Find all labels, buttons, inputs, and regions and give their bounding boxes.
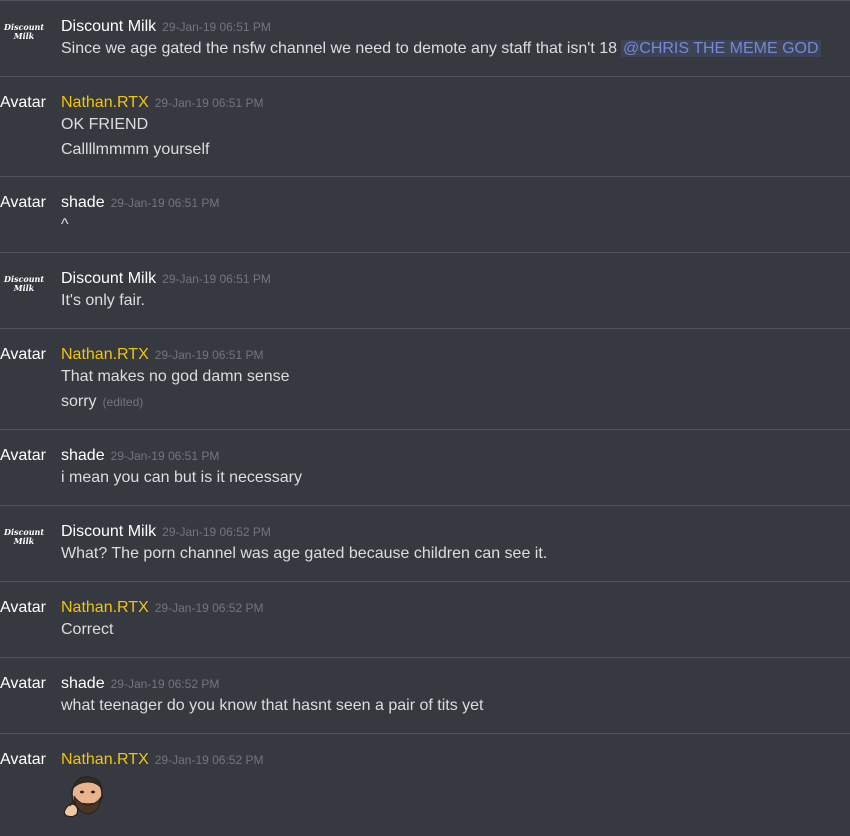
timestamp: 29-Jan-19 06:52 PM bbox=[154, 601, 264, 615]
message-text: Callllmmmm yourself bbox=[61, 141, 210, 158]
edited-marker: (edited) bbox=[102, 395, 144, 409]
message-text: ^ bbox=[61, 216, 69, 233]
message-group: Discount Milk Discount Milk 29-Jan-19 06:… bbox=[0, 505, 850, 581]
timestamp: 29-Jan-19 06:51 PM bbox=[154, 348, 264, 362]
message-group: Discount Milk Discount Milk 29-Jan-19 06:… bbox=[0, 252, 850, 328]
message-group: Avatar shade 29-Jan-19 06:52 PM what teen… bbox=[0, 657, 850, 733]
bearded-face-emoji[interactable] bbox=[61, 772, 109, 820]
author-name[interactable]: Nathan.RTX bbox=[61, 751, 149, 768]
avatar[interactable]: Discount Milk bbox=[4, 23, 44, 41]
timestamp: 29-Jan-19 06:52 PM bbox=[154, 753, 264, 767]
message-group: Avatar Nathan.RTX 29-Jan-19 06:52 PM Corr… bbox=[0, 581, 850, 657]
message-text-content: Since we age gated the nsfw channel we n… bbox=[61, 40, 618, 57]
avatar[interactable]: Avatar bbox=[0, 193, 56, 213]
message-group: Avatar shade 29-Jan-19 06:51 PM i mean yo… bbox=[0, 429, 850, 505]
chat-log: Discount Milk Discount Milk 29-Jan-19 06:… bbox=[0, 0, 850, 836]
message-group: Discount Milk Discount Milk 29-Jan-19 06:… bbox=[0, 0, 850, 76]
message-header: shade 29-Jan-19 06:51 PM bbox=[61, 446, 219, 466]
message-group: Avatar Nathan.RTX 29-Jan-19 06:51 PM That… bbox=[0, 328, 850, 429]
timestamp: 29-Jan-19 06:51 PM bbox=[162, 272, 271, 286]
message-group: Avatar Nathan.RTX 29-Jan-19 06:51 PM OK F… bbox=[0, 76, 850, 176]
message-header: Nathan.RTX 29-Jan-19 06:52 PM bbox=[61, 598, 263, 618]
timestamp: 29-Jan-19 06:51 PM bbox=[110, 196, 220, 210]
author-name[interactable]: Discount Milk bbox=[61, 270, 156, 287]
avatar-logo-line: Milk bbox=[13, 536, 35, 546]
message-text: i mean you can but is it necessary bbox=[61, 469, 303, 486]
message-text: It's only fair. bbox=[61, 292, 145, 309]
message-group: Avatar shade 29-Jan-19 06:51 PM ^ bbox=[0, 176, 850, 252]
avatar[interactable]: Avatar bbox=[0, 598, 56, 618]
avatar[interactable]: Avatar bbox=[0, 750, 56, 770]
avatar-logo-line: Milk bbox=[13, 31, 35, 41]
message-text: Since we age gated the nsfw channel we n… bbox=[61, 39, 821, 59]
bearded-face-emoji-icon bbox=[63, 776, 103, 818]
message-header: Discount Milk 29-Jan-19 06:52 PM bbox=[61, 522, 271, 542]
avatar[interactable]: Avatar bbox=[0, 674, 56, 694]
message-text: Correct bbox=[61, 621, 114, 638]
message-header: Discount Milk 29-Jan-19 06:51 PM bbox=[61, 269, 271, 289]
message-header: Nathan.RTX 29-Jan-19 06:51 PM bbox=[61, 345, 263, 365]
message-header: Nathan.RTX 29-Jan-19 06:52 PM bbox=[61, 750, 263, 770]
author-name[interactable]: shade bbox=[61, 194, 105, 211]
author-name[interactable]: Nathan.RTX bbox=[61, 346, 149, 363]
avatar[interactable]: Discount Milk bbox=[4, 528, 44, 546]
message-text: what teenager do you know that hasnt see… bbox=[61, 697, 484, 714]
avatar[interactable]: Avatar bbox=[0, 446, 56, 466]
message-text: That makes no god damn sense bbox=[61, 368, 290, 385]
message-text: sorry (edited) bbox=[61, 392, 143, 412]
message-text-content: sorry bbox=[61, 393, 97, 410]
avatar[interactable]: Discount Milk bbox=[4, 275, 44, 293]
author-name[interactable]: Nathan.RTX bbox=[61, 599, 149, 616]
timestamp: 29-Jan-19 06:51 PM bbox=[110, 449, 220, 463]
message-header: Discount Milk 29-Jan-19 06:51 PM bbox=[61, 17, 271, 37]
author-name[interactable]: shade bbox=[61, 447, 105, 464]
message-header: shade 29-Jan-19 06:51 PM bbox=[61, 193, 219, 213]
message-header: Nathan.RTX 29-Jan-19 06:51 PM bbox=[61, 93, 263, 113]
message-text: OK FRIEND bbox=[61, 116, 149, 133]
message-header: shade 29-Jan-19 06:52 PM bbox=[61, 674, 219, 694]
timestamp: 29-Jan-19 06:51 PM bbox=[162, 20, 271, 34]
message-text: What? The porn channel was age gated bec… bbox=[61, 545, 548, 562]
avatar[interactable]: Avatar bbox=[0, 345, 56, 365]
user-mention[interactable]: @CHRIS THE MEME GOD bbox=[621, 40, 821, 57]
message-group: Avatar Nathan.RTX 29-Jan-19 06:52 PM bbox=[0, 733, 850, 836]
timestamp: 29-Jan-19 06:52 PM bbox=[110, 677, 220, 691]
timestamp: 29-Jan-19 06:51 PM bbox=[154, 96, 264, 110]
timestamp: 29-Jan-19 06:52 PM bbox=[162, 525, 271, 539]
author-name[interactable]: Discount Milk bbox=[61, 523, 156, 540]
author-name[interactable]: Discount Milk bbox=[61, 18, 156, 35]
author-name[interactable]: shade bbox=[61, 675, 105, 692]
avatar[interactable]: Avatar bbox=[0, 93, 56, 113]
avatar-logo-line: Milk bbox=[13, 283, 35, 293]
author-name[interactable]: Nathan.RTX bbox=[61, 94, 149, 111]
